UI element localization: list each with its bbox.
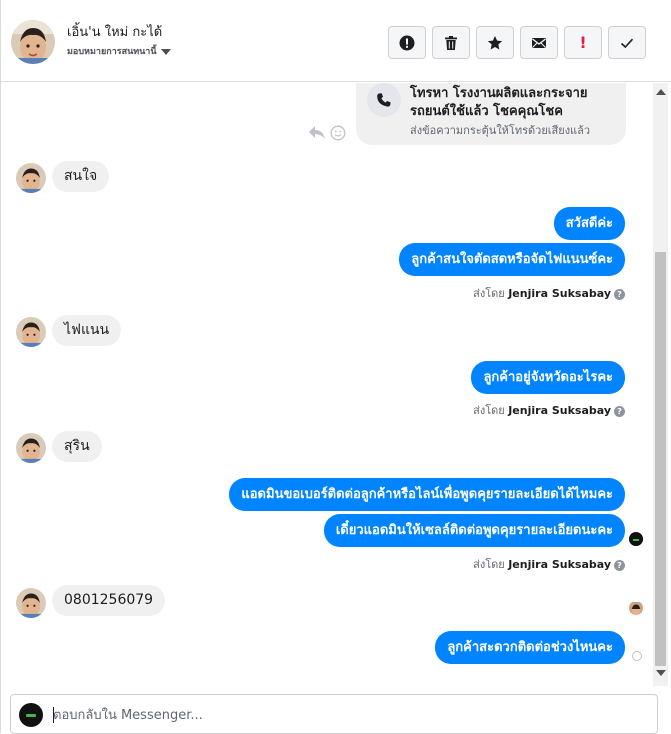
contact-avatar[interactable] bbox=[11, 20, 55, 64]
sent-by-name: Jenjira Suksabay bbox=[508, 404, 611, 417]
assign-conversation-dropdown[interactable]: มอบหมายการสนทนานี้ bbox=[67, 44, 171, 58]
check-icon bbox=[620, 38, 634, 48]
text-cursor bbox=[53, 707, 54, 723]
star-button[interactable] bbox=[476, 26, 514, 59]
help-icon[interactable]: ? bbox=[614, 288, 625, 300]
contact-name[interactable]: เอิ้น'น ใหม่ กะได้ bbox=[67, 21, 162, 42]
sent-by-label: ส่งโดย Jenjira Suksabay? bbox=[473, 401, 625, 419]
emoji-react-icon[interactable] bbox=[330, 125, 346, 141]
contact-avatar-small[interactable] bbox=[16, 433, 46, 463]
help-icon[interactable]: ? bbox=[614, 559, 625, 571]
conversation-header: เอิ้น'น ใหม่ กะได้ มอบหมายการสนทนานี้ ! bbox=[1, 0, 671, 82]
envelope-icon bbox=[532, 37, 546, 48]
contact-seen-avatar bbox=[629, 601, 643, 615]
sent-by-name: Jenjira Suksabay bbox=[508, 287, 611, 300]
reply-input[interactable] bbox=[53, 705, 643, 725]
reply-composer bbox=[10, 694, 658, 734]
outgoing-message[interactable]: สวัสดีค่ะ bbox=[553, 207, 625, 240]
scroll-down-arrow-icon[interactable] bbox=[656, 670, 666, 676]
sent-by-prefix: ส่งโดย bbox=[473, 287, 505, 300]
mark-spam-button[interactable] bbox=[388, 26, 426, 59]
reply-icon[interactable] bbox=[308, 124, 326, 140]
trash-icon bbox=[445, 35, 457, 50]
incoming-message[interactable]: 0801256079 bbox=[52, 585, 166, 616]
sent-by-label: ส่งโดย Jenjira Suksabay? bbox=[473, 555, 625, 573]
sent-by-prefix: ส่งโดย bbox=[473, 404, 505, 417]
outgoing-message[interactable]: ลูกค้าสนใจตัดสดหรือจัดไฟแนนซ์คะ bbox=[399, 243, 625, 276]
delete-button[interactable] bbox=[432, 26, 470, 59]
alert-circle-icon bbox=[399, 35, 415, 50]
call-card-subtitle: ส่งข้อความกระตุ้นให้โทรด้วยเสียงแล้ว bbox=[410, 124, 591, 137]
sent-by-prefix: ส่งโดย bbox=[473, 558, 505, 571]
conversation-toolbar: ! bbox=[388, 26, 646, 59]
assign-label: มอบหมายการสนทนานี้ bbox=[67, 47, 157, 57]
scrollbar-thumb[interactable] bbox=[655, 252, 666, 666]
outgoing-message[interactable]: ลูกค้าอยู่จังหวัดอะไรคะ bbox=[471, 361, 625, 394]
mark-unread-button[interactable] bbox=[520, 26, 558, 59]
outgoing-message[interactable]: เดี๋ยวแอดมินให้เซลล์ติดต่อพูดคุยรายละเอี… bbox=[323, 514, 625, 547]
contact-avatar-small[interactable] bbox=[16, 317, 46, 347]
follow-up-button[interactable]: ! bbox=[564, 26, 602, 59]
mark-done-button[interactable] bbox=[608, 26, 646, 59]
incoming-message[interactable]: สุริน bbox=[52, 431, 102, 462]
outgoing-message[interactable]: แอดมินขอเบอร์ติดต่อลูกค้าหรือไลน์เพื่อพู… bbox=[229, 478, 625, 511]
exclamation-icon: ! bbox=[579, 33, 587, 52]
star-icon bbox=[487, 35, 503, 49]
call-request-card[interactable]: โทรหา โรงงานผลิตและกระจายรถยนต์ใช้แล้ว โ… bbox=[356, 83, 626, 145]
seen-indicator-avatar bbox=[629, 532, 643, 546]
sent-by-label: ส่งโดย Jenjira Suksabay? bbox=[473, 284, 625, 302]
chevron-down-icon bbox=[160, 48, 171, 55]
outgoing-message[interactable]: ลูกค้าสะดวกติดต่อช่วงไหนคะ bbox=[435, 631, 625, 664]
phone-icon bbox=[367, 83, 401, 117]
call-card-title: โทรหา โรงงานผลิตและกระจายรถยนต์ใช้แล้ว โ… bbox=[410, 86, 588, 119]
incoming-message[interactable]: สนใจ bbox=[52, 161, 110, 192]
help-icon[interactable]: ? bbox=[614, 405, 625, 417]
page-avatar bbox=[19, 703, 43, 727]
incoming-message[interactable]: ไฟแนน bbox=[52, 315, 122, 346]
sent-by-name: Jenjira Suksabay bbox=[508, 558, 611, 571]
scroll-up-arrow-icon[interactable] bbox=[656, 89, 666, 95]
contact-avatar-small[interactable] bbox=[16, 588, 46, 618]
inbox-conversation-panel: เอิ้น'น ใหม่ กะได้ มอบหมายการสนทนานี้ ! bbox=[0, 0, 671, 734]
contact-avatar-small[interactable] bbox=[16, 163, 46, 193]
sent-status-icon bbox=[632, 651, 642, 661]
